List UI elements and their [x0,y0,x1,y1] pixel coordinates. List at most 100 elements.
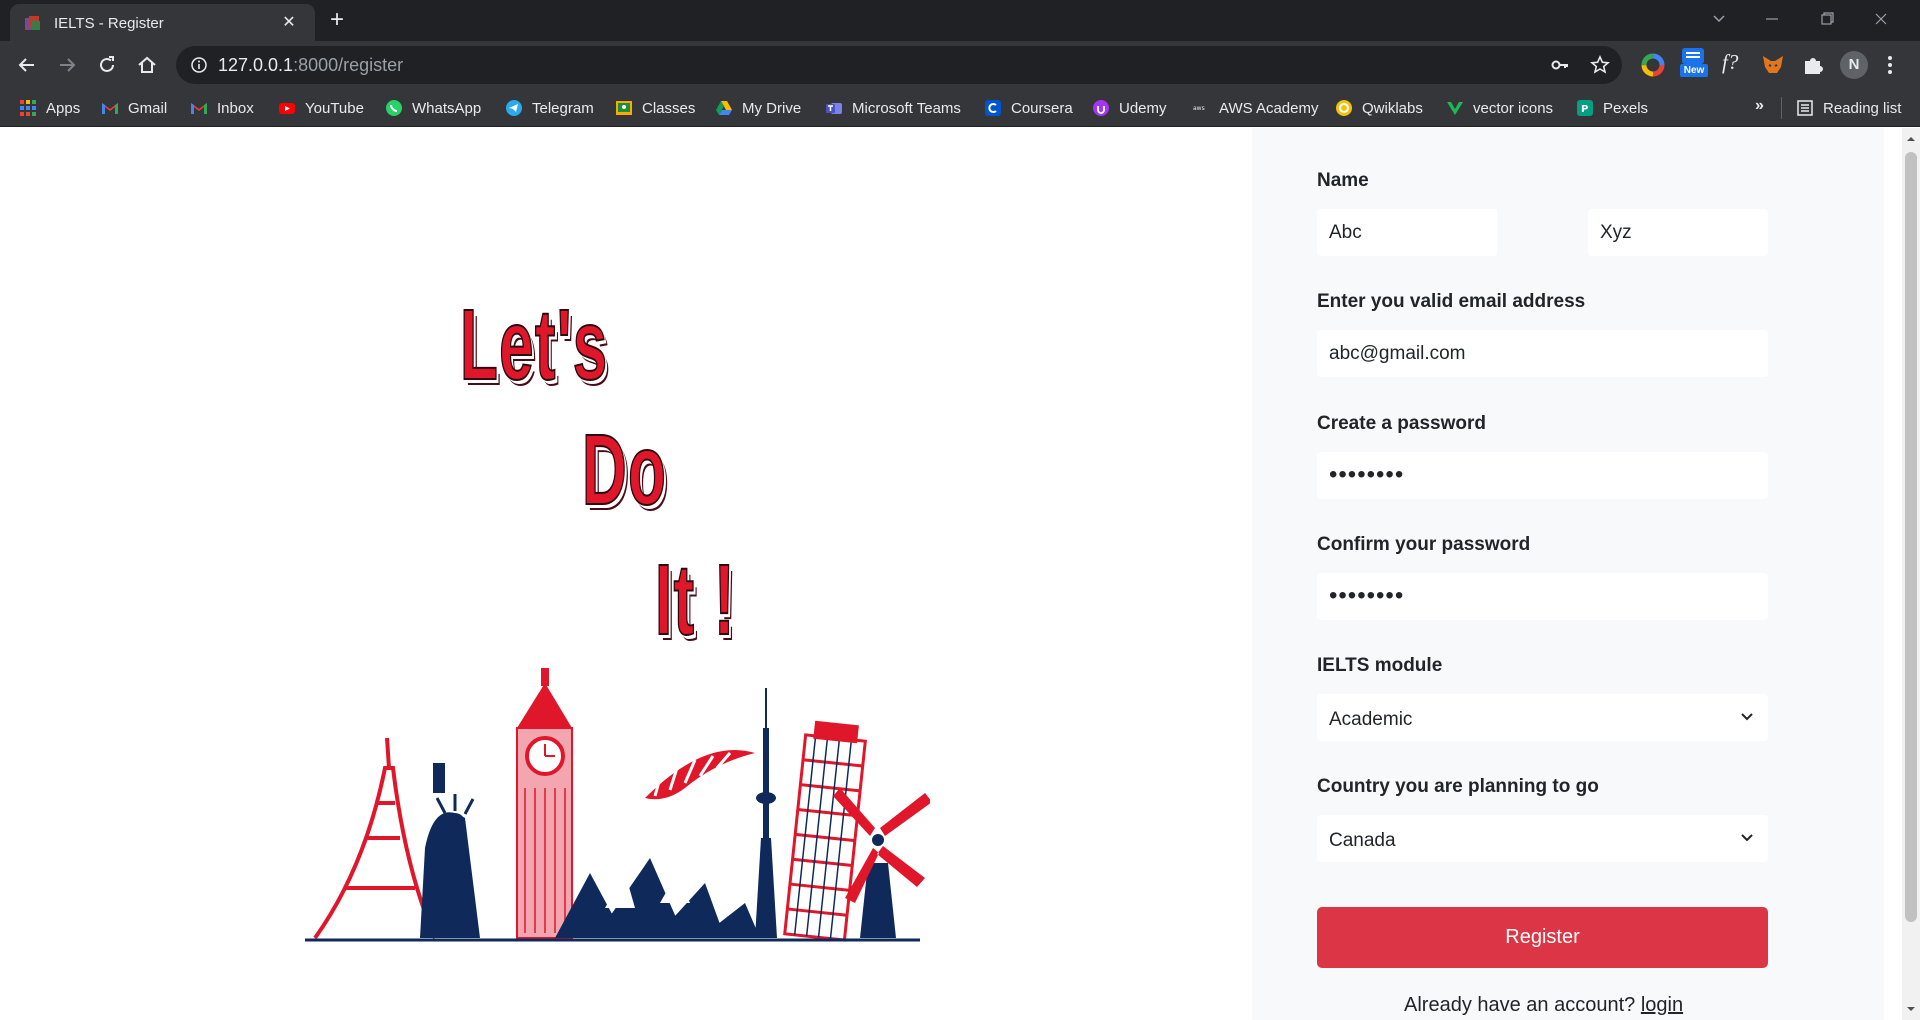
register-form: Name Abc Xyz Enter you valid email addre… [1252,128,1884,1020]
bookmark-label: Pexels [1603,99,1649,117]
bookmark-coursera[interactable]: Coursera [984,97,1073,119]
login-link[interactable]: login [1641,994,1683,1016]
bookmark-label: Coursera [1011,99,1073,117]
key-icon[interactable] [1550,55,1570,75]
new-tab-icon[interactable]: + [324,8,350,34]
scroll-down-icon[interactable] [1906,1004,1916,1014]
qwiklabs-icon [1336,100,1352,116]
register-button[interactable]: Register [1317,907,1768,968]
extensions-puzzle-icon[interactable] [1800,52,1826,78]
confirm-password-input[interactable]: •••••••• [1317,573,1768,620]
bookmark-gmail[interactable]: Gmail [101,97,167,119]
coursera-icon [985,100,1001,116]
bookmark-whatsapp[interactable]: WhatsApp [385,97,481,119]
bookmark-star-icon[interactable] [1590,55,1610,75]
password-input[interactable]: •••••••• [1317,452,1768,499]
bookmark-label: Apps [46,99,81,117]
site-info-icon[interactable] [190,56,208,74]
bookmark-vector-icons[interactable]: vector icons [1446,97,1553,119]
forward-icon[interactable] [55,53,79,77]
telegram-icon [506,100,522,116]
restore-icon[interactable] [1812,6,1842,32]
bookmark-telegram[interactable]: Telegram [505,97,594,119]
bookmark-my-drive[interactable]: My Drive [715,97,801,119]
chevron-down-icon [1741,713,1753,721]
active-tab[interactable]: IELTS - Register ✕ [10,4,315,41]
last-name-input[interactable]: Xyz [1588,209,1768,256]
whatsapp-icon [386,100,402,116]
bookmark-udemy[interactable]: Udemy [1092,97,1167,119]
page-viewport: Let's Do It ! Name Abc Xyz Enter you val… [0,128,1902,1020]
country-select[interactable]: Canada [1317,815,1768,862]
new-extension-icon[interactable]: New [1678,46,1708,80]
color-picker-extension-icon[interactable] [1640,52,1666,78]
back-icon[interactable] [15,53,39,77]
bookmarks-overflow-button[interactable]: » [1755,97,1764,115]
url-path: :8000/register [293,55,404,75]
password-label: Create a password [1317,413,1486,434]
name-label: Name [1317,170,1369,191]
country-label: Country you are planning to go [1317,776,1599,797]
big-ben-icon [516,668,573,939]
world-landmarks-illustration [305,668,930,942]
bookmark-label: Telegram [532,99,594,117]
bookmark-label: Qwiklabs [1362,99,1423,117]
bookmark-label: Microsoft Teams [852,99,961,117]
bookmark-label: AWS Academy [1219,99,1319,117]
bookmark-inbox[interactable]: Inbox [190,97,254,119]
teams-icon [826,103,842,114]
svg-text:aws: aws [1193,105,1205,112]
first-name-input[interactable]: Abc [1317,209,1497,256]
bookmark-apps[interactable]: Apps [19,97,80,119]
url-text[interactable]: 127.0.0.1:8000/register [218,55,403,76]
bookmark-microsoft-teams[interactable]: Microsoft Teams [825,97,961,119]
chevron-down-icon [1741,834,1753,842]
minimize-icon[interactable] [1757,6,1787,32]
home-icon[interactable] [135,53,159,77]
svg-text:P: P [1581,104,1588,115]
bookmark-aws-academy[interactable]: aws AWS Academy [1192,97,1318,119]
bookmark-classes[interactable]: Classes [615,97,695,119]
scroll-up-icon[interactable] [1906,134,1916,144]
metamask-fox-icon[interactable] [1760,52,1786,78]
site-favicon-icon [25,16,40,30]
chrome-menu-icon[interactable] [1884,52,1896,78]
bookmark-pexels[interactable]: P Pexels [1576,97,1648,119]
close-tab-icon[interactable]: ✕ [280,14,298,32]
bookmarks-bar: Apps Gmail Inbox YouTube WhatsApp Telegr… [0,89,1920,127]
profile-avatar[interactable]: N [1840,51,1868,79]
formula-extension-icon[interactable]: f? [1722,50,1748,76]
stack-icon [1682,48,1704,64]
youtube-icon [279,103,295,114]
confirm-password-label: Confirm your password [1317,534,1531,555]
vector-icon [1447,102,1463,115]
ielts-module-select[interactable]: Academic [1317,694,1768,741]
bookmark-label: Udemy [1119,99,1167,117]
leaning-tower-pisa-icon [783,720,867,942]
sydney-opera-house-icon [555,858,760,938]
tab-strip: IELTS - Register ✕ + [0,0,1920,41]
inbox-icon [191,103,207,114]
new-badge: New [1680,64,1708,77]
address-bar[interactable]: 127.0.0.1:8000/register [176,46,1622,84]
bookmark-label: Gmail [128,99,168,117]
hero-word-it: It ! [654,543,736,657]
email-input[interactable]: abc@gmail.com [1317,330,1768,377]
tab-search-icon[interactable] [1704,6,1734,32]
gmail-icon [102,103,118,114]
reload-icon[interactable] [95,53,119,77]
eiffel-tower-icon [313,737,437,940]
have-account-text: Already have an account? [1404,994,1636,1016]
bookmarks-divider [1781,97,1782,119]
url-host: 127.0.0.1 [218,55,294,75]
scroll-thumb[interactable] [1905,152,1917,922]
bookmark-label: WhatsApp [412,99,482,117]
bookmark-youtube[interactable]: YouTube [278,97,364,119]
bookmark-qwiklabs[interactable]: Qwiklabs [1335,97,1423,119]
cn-tower-icon [755,688,777,938]
page-scrollbar[interactable] [1902,128,1920,1020]
reading-list-button[interactable]: Reading list [1796,97,1901,119]
ielts-module-label: IELTS module [1317,655,1443,676]
close-window-icon[interactable] [1866,6,1896,32]
ielts-module-value: Academic [1329,709,1413,730]
